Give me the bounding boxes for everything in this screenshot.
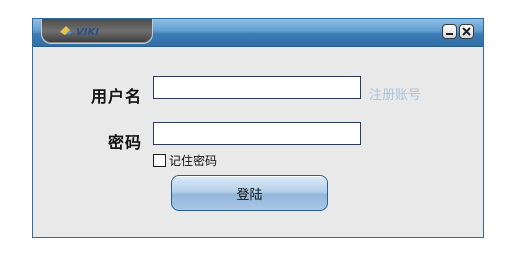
username-input[interactable] <box>153 76 361 99</box>
title-bar[interactable]: VIKI <box>33 19 483 47</box>
remember-password-label[interactable]: 记住密码 <box>169 152 217 169</box>
logo-tab: VIKI <box>41 19 153 44</box>
password-label: 密码 <box>108 133 143 152</box>
login-button[interactable]: 登陆 <box>171 175 328 211</box>
app-logo: VIKI <box>60 26 99 37</box>
close-button[interactable] <box>459 24 474 39</box>
close-icon <box>462 27 471 36</box>
remember-password-checkbox[interactable] <box>153 153 166 167</box>
register-account-link[interactable]: 注册账号 <box>369 84 421 103</box>
login-window: VIKI 用户名 注册账号 密码 记住密码 登陆 <box>32 18 484 238</box>
minimize-icon <box>446 33 453 35</box>
password-input[interactable] <box>153 122 361 145</box>
logo-text: VIKI <box>76 27 99 37</box>
minimize-button[interactable] <box>442 24 457 39</box>
username-label: 用户名 <box>91 87 143 106</box>
remember-password[interactable]: 记住密码 <box>153 152 217 168</box>
